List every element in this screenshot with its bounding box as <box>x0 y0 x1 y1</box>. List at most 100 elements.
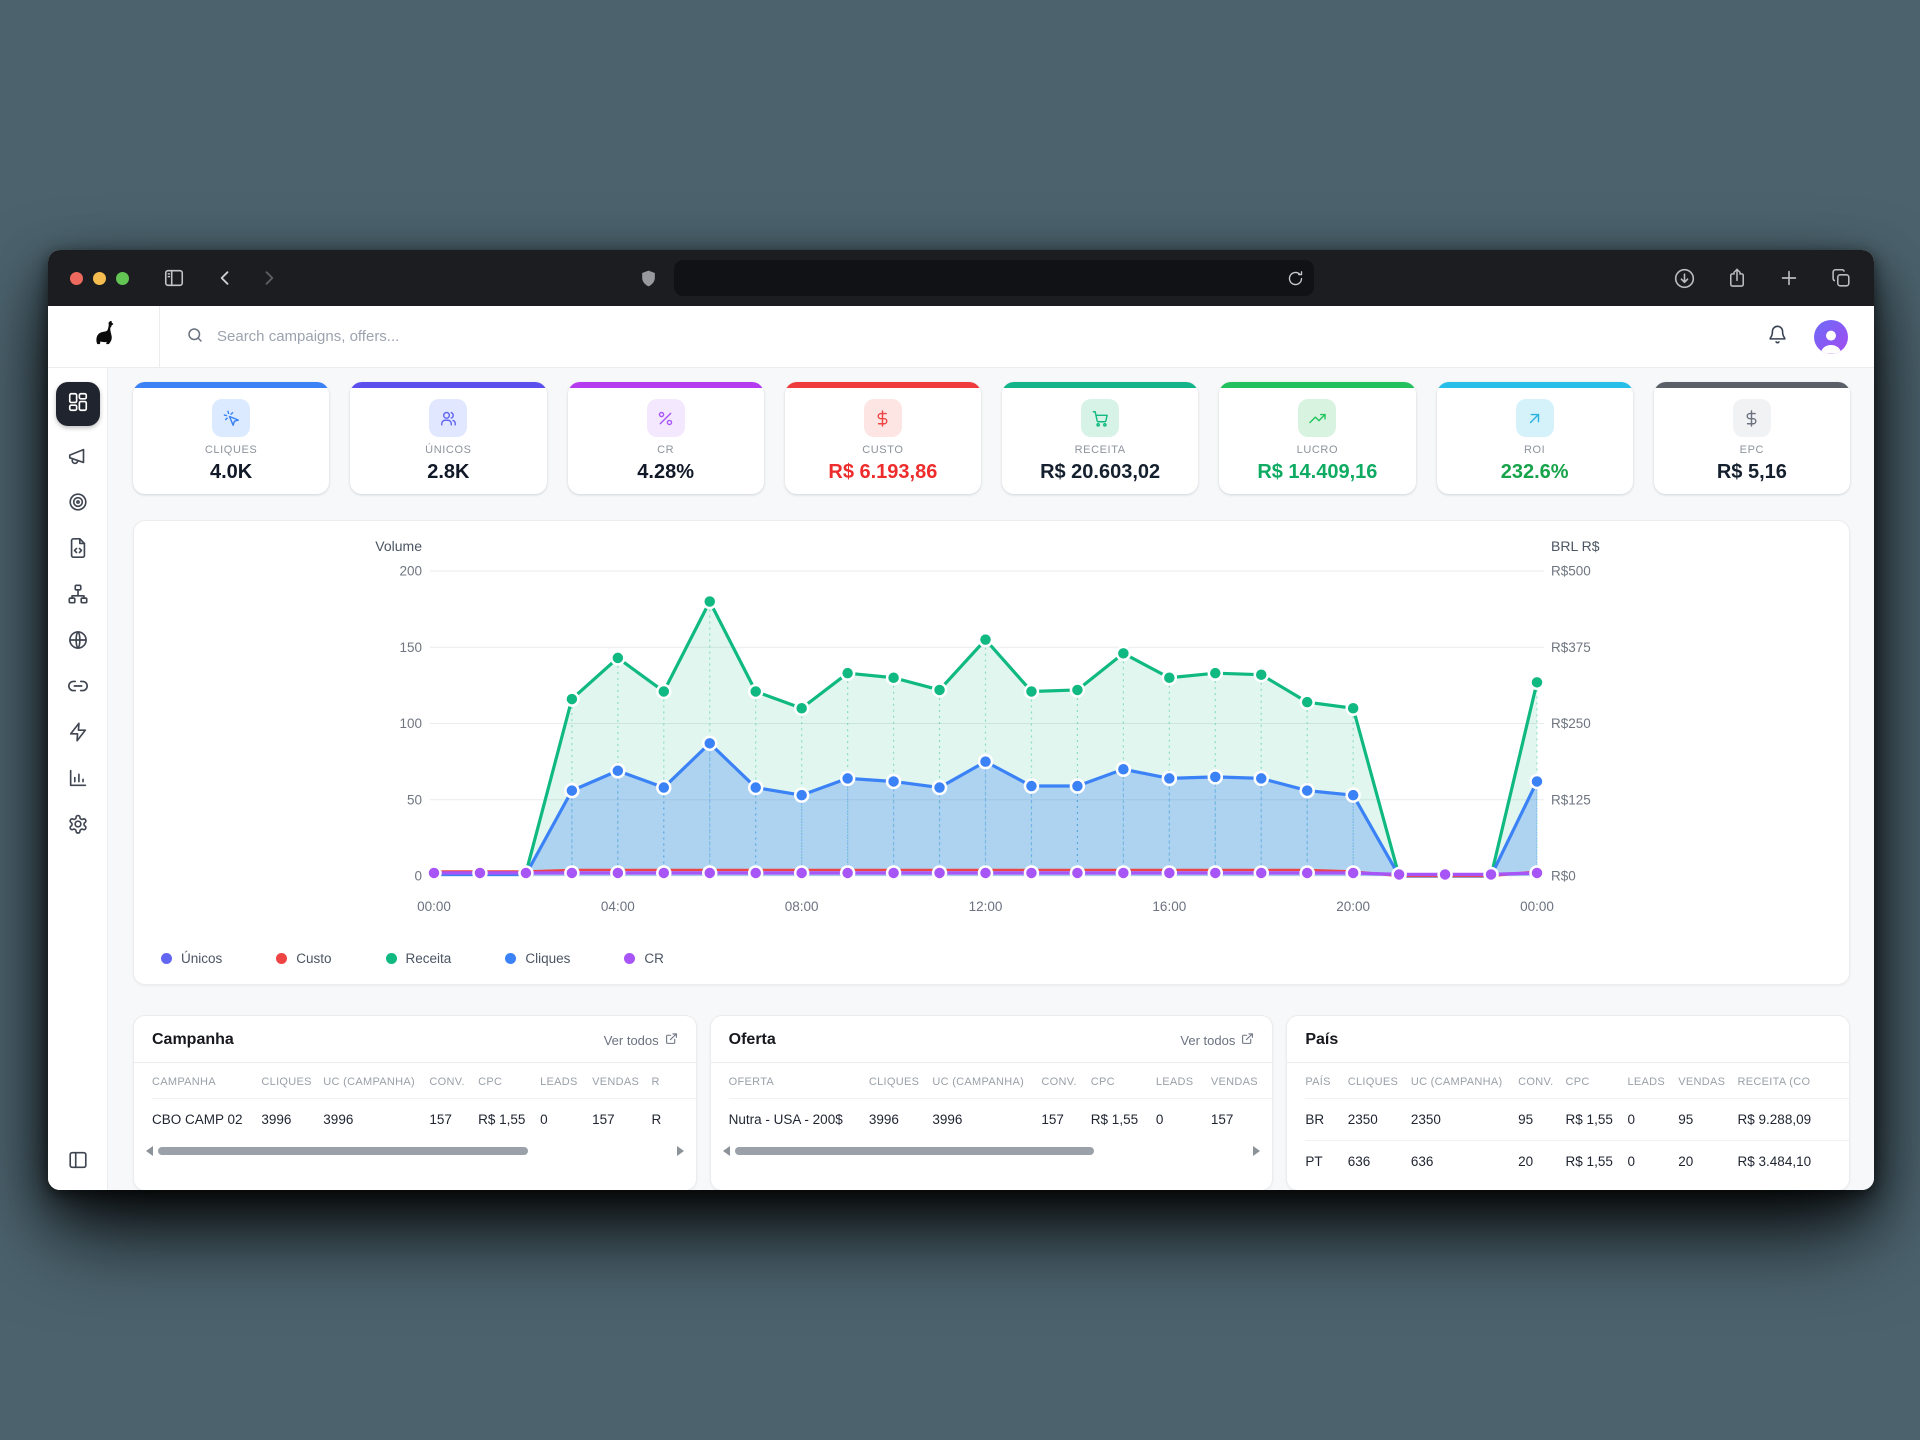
scrollbar-thumb[interactable] <box>158 1147 528 1155</box>
kpi-accent-bar <box>1002 382 1198 388</box>
sidebar-item-megaphone[interactable] <box>67 445 89 472</box>
forward-button[interactable] <box>259 268 279 288</box>
scroll-right-arrow[interactable] <box>1253 1146 1260 1156</box>
table-cell: 95 <box>1518 1099 1565 1141</box>
view-all-link[interactable]: Ver todos <box>1180 1032 1254 1048</box>
column-header: CLIQUES <box>1348 1063 1411 1099</box>
x-axis-tick: 08:00 <box>785 899 819 914</box>
app-logo[interactable] <box>48 306 160 367</box>
view-all-link[interactable]: Ver todos <box>604 1032 678 1048</box>
kpi-card-lucro: LUCROR$ 14.409,16 <box>1219 382 1415 494</box>
legend-label: Receita <box>406 951 452 966</box>
table-cell: 3996 <box>261 1099 323 1141</box>
scroll-right-arrow[interactable] <box>677 1146 684 1156</box>
kpi-accent-bar <box>1437 382 1633 388</box>
privacy-shield-icon[interactable] <box>639 268 658 289</box>
maximize-window-button[interactable] <box>116 272 129 285</box>
sidebar-item-target[interactable] <box>67 491 89 518</box>
table-cell: R$ 1,55 <box>1566 1141 1628 1183</box>
table-cell: 636 <box>1348 1141 1411 1183</box>
data-table: CAMPANHACLIQUESUC (CAMPANHA)CONV.CPCLEAD… <box>152 1063 696 1140</box>
notifications-bell-icon[interactable] <box>1767 324 1788 350</box>
close-window-button[interactable] <box>70 272 83 285</box>
dashboard-icon <box>67 391 89 418</box>
sidebar-item-link[interactable] <box>67 675 89 702</box>
left-axis-title: Volume <box>375 538 422 554</box>
table-cell: 157 <box>1211 1099 1272 1141</box>
kpi-value: R$ 5,16 <box>1654 461 1850 484</box>
search-icon <box>186 326 204 348</box>
column-header: CLIQUES <box>869 1063 932 1099</box>
logo-dog-icon <box>89 319 119 354</box>
kpi-value: 2.8K <box>350 461 546 484</box>
sidebar-collapse-button[interactable] <box>67 1149 89 1176</box>
main-content: CLIQUES4.0KÚNICOS2.8KCR4.28%CUSTOR$ 6.19… <box>108 368 1874 1190</box>
sidebar-item-bar-chart[interactable] <box>67 767 89 794</box>
scroll-left-arrow[interactable] <box>146 1146 153 1156</box>
scroll-left-arrow[interactable] <box>723 1146 730 1156</box>
sidebar-item-globe[interactable] <box>67 629 89 656</box>
sidebar-item-gear[interactable] <box>67 813 89 840</box>
column-header: CPC <box>1091 1063 1156 1099</box>
table-cell: 157 <box>592 1099 651 1141</box>
kpi-card-cr: CR4.28% <box>568 382 764 494</box>
kpi-label: CLIQUES <box>133 444 329 456</box>
table-cell: R$ 1,55 <box>1566 1099 1628 1141</box>
column-header: R <box>652 1063 696 1099</box>
table-cell: BR <box>1305 1099 1347 1141</box>
table-cell: Nutra - USA - 200$ <box>729 1099 869 1141</box>
horizontal-scrollbar[interactable] <box>723 1143 1261 1159</box>
legend-item-custo[interactable]: Custo <box>276 951 331 966</box>
megaphone-icon <box>67 445 89 472</box>
sidebar-toggle-icon[interactable] <box>163 267 185 289</box>
browser-chrome <box>48 250 1874 306</box>
horizontal-scrollbar[interactable] <box>146 1143 684 1159</box>
table-cell: 0 <box>540 1099 592 1141</box>
legend-item-receita[interactable]: Receita <box>386 951 452 966</box>
tab-overview-button[interactable] <box>1830 267 1852 289</box>
data-table: OFERTACLIQUESUC (CAMPANHA)CONV.CPCLEADSV… <box>729 1063 1273 1140</box>
legend-item-únicos[interactable]: Únicos <box>161 951 222 966</box>
legend-item-cr[interactable]: CR <box>624 951 664 966</box>
legend-label: Custo <box>296 951 331 966</box>
downloads-button[interactable] <box>1673 267 1696 290</box>
right-axis-tick: R$500 <box>1551 564 1591 579</box>
legend-item-cliques[interactable]: Cliques <box>505 951 570 966</box>
table-row: BR2350235095R$ 1,55095R$ 9.288,09 <box>1305 1099 1849 1141</box>
share-button[interactable] <box>1726 267 1748 289</box>
back-button[interactable] <box>215 268 235 288</box>
legend-swatch <box>624 953 635 964</box>
sidebar-item-network[interactable] <box>67 583 89 610</box>
sidebar-item-dashboard[interactable] <box>56 382 100 426</box>
bar-chart-icon <box>67 767 89 794</box>
legend-label: Cliques <box>525 951 570 966</box>
sidebar-item-file-code[interactable] <box>67 537 89 564</box>
left-axis-tick: 150 <box>399 640 422 655</box>
user-avatar[interactable] <box>1814 320 1848 354</box>
column-header: VENDAS <box>1678 1063 1737 1099</box>
minimize-window-button[interactable] <box>93 272 106 285</box>
table-cell: PT <box>1305 1141 1347 1183</box>
globe-icon <box>67 629 89 656</box>
app-topbar: Search campaigns, offers... <box>48 306 1874 368</box>
scrollbar-track[interactable] <box>158 1147 672 1155</box>
sidebar-item-zap[interactable] <box>67 721 89 748</box>
scrollbar-thumb[interactable] <box>735 1147 1095 1155</box>
table-cell: 3996 <box>932 1099 1041 1141</box>
x-axis-tick: 20:00 <box>1336 899 1370 914</box>
left-axis-tick: 200 <box>399 564 422 579</box>
gear-icon <box>67 813 89 840</box>
address-bar[interactable] <box>674 260 1314 296</box>
kpi-label: ROI <box>1437 444 1633 456</box>
zap-icon <box>67 721 89 748</box>
table-row: PT63663620R$ 1,55020R$ 3.484,10 <box>1305 1141 1849 1183</box>
table-cell: 2350 <box>1411 1099 1518 1141</box>
kpi-value: 4.28% <box>568 461 764 484</box>
reload-icon[interactable] <box>1287 270 1304 287</box>
right-axis-tick: R$250 <box>1551 716 1591 731</box>
new-tab-button[interactable] <box>1778 267 1800 289</box>
right-axis-title: BRL R$ <box>1551 538 1600 554</box>
column-header: CLIQUES <box>261 1063 323 1099</box>
scrollbar-track[interactable] <box>735 1147 1249 1155</box>
search-input[interactable]: Search campaigns, offers... <box>160 306 1767 367</box>
